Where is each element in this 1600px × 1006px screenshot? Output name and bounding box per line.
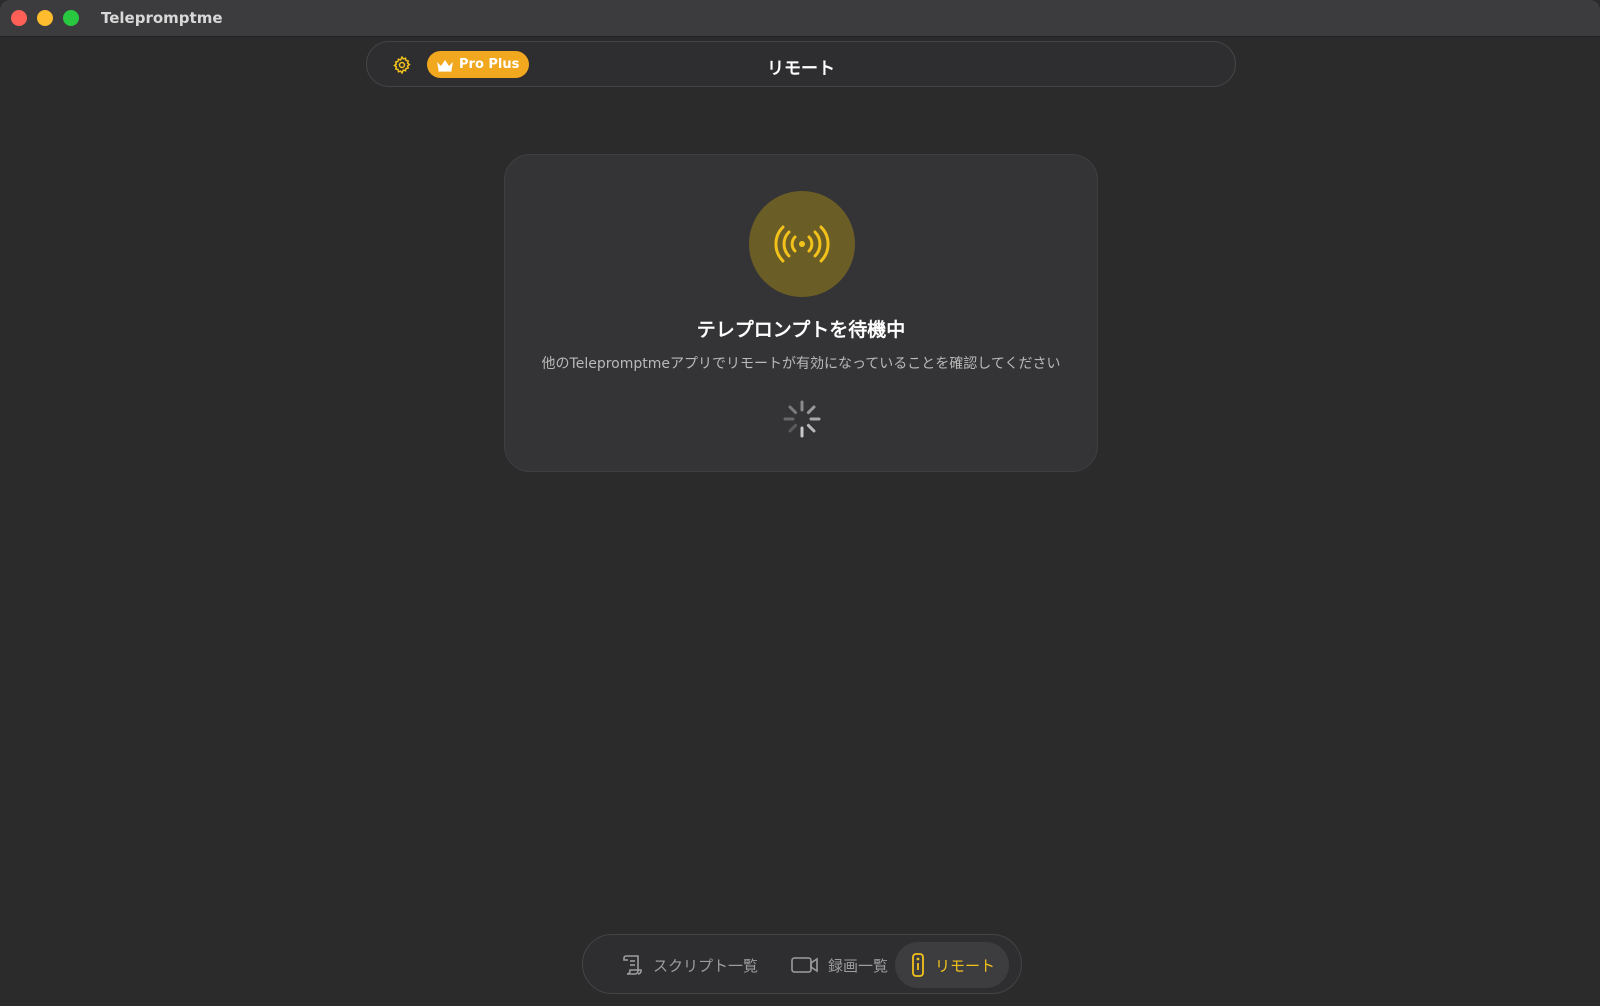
waiting-card: テレプロンプトを待機中 他のTelepromptmeアプリでリモートが有効になっ… [504,154,1098,472]
badge-label: Pro Plus [459,57,520,72]
nav-label: スクリプト一覧 [653,956,759,975]
loading-spinner [782,399,822,439]
remote-icon [912,953,924,977]
crown-icon [437,59,453,72]
waiting-title: テレプロンプトを待機中 [696,319,906,341]
nav-label: 録画一覧 [828,956,889,975]
window-controls [11,10,79,26]
gear-icon [393,55,411,75]
waiting-subtitle: 他のTelepromptmeアプリでリモートが有効になっていることを確認してくだ… [541,356,1061,372]
nav-item-recordings[interactable]: 録画一覧 [776,942,902,988]
nav-item-remote[interactable]: リモート [895,942,1010,988]
maximize-window-button[interactable] [63,10,79,26]
bottom-nav: スクリプト一覧 録画一覧 リモート [582,934,1022,994]
title-bar: Telepromptme [0,0,1600,37]
window-title: Telepromptme [101,9,223,27]
broadcast-signal-icon [774,225,830,263]
top-bar: Pro Plus リモート [366,41,1236,87]
pro-plus-badge[interactable]: Pro Plus [427,51,530,78]
video-camera-icon [791,957,818,973]
settings-button[interactable] [391,54,413,76]
spinner-icon [783,400,821,438]
nav-label: リモート [935,956,996,975]
app-window: Telepromptme Pro Plus リモート テレプロンプトを待機中 他… [0,0,1600,1006]
script-icon [623,955,642,975]
signal-badge [749,191,855,297]
close-window-button[interactable] [11,10,27,26]
nav-item-scripts[interactable]: スクリプト一覧 [607,942,772,988]
minimize-window-button[interactable] [37,10,53,26]
